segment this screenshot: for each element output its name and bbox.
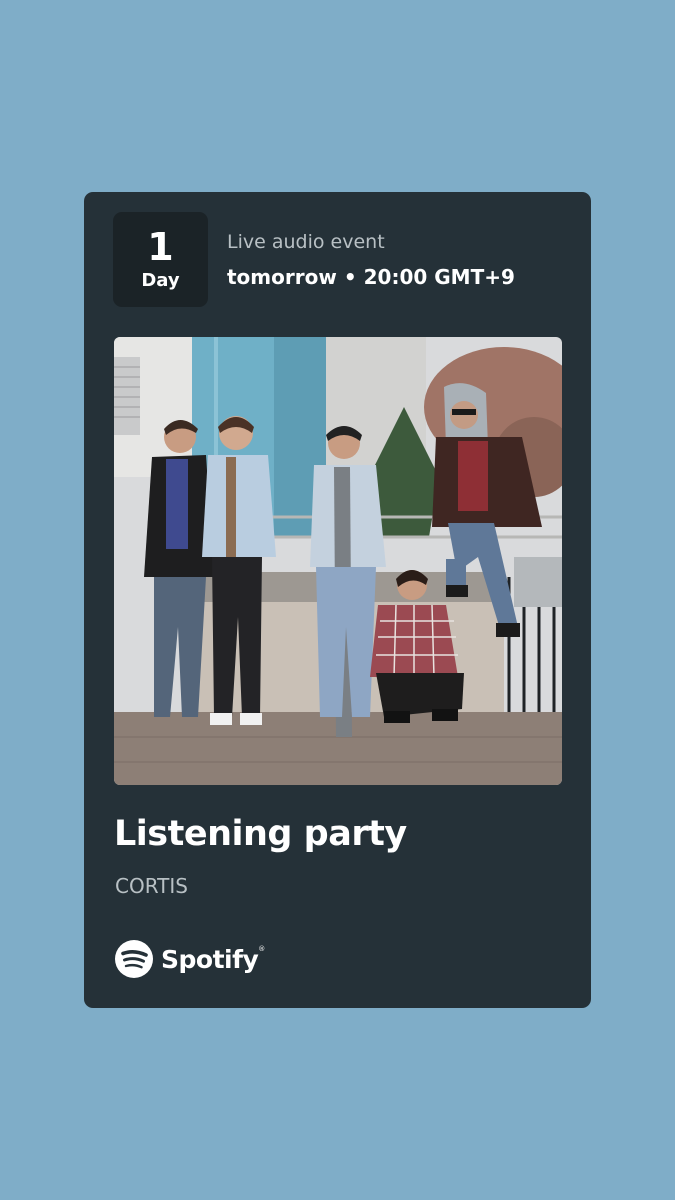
cover-photo (114, 337, 562, 785)
event-type-label: Live audio event (227, 231, 385, 253)
trademark-symbol: ® (258, 944, 265, 953)
event-day: tomorrow (227, 265, 337, 289)
countdown-badge: 1 Day (113, 212, 208, 307)
event-schedule: tomorrow • 20:00 GMT+9 (227, 265, 515, 289)
event-card: 1 Day Live audio event tomorrow • 20:00 GM… (84, 192, 591, 1008)
event-time: 20:00 GMT+9 (363, 265, 515, 289)
spotify-logo-icon (115, 940, 153, 978)
event-title: Listening party (114, 814, 407, 854)
spotify-brand: Spotify® (115, 940, 265, 978)
countdown-unit: Day (141, 269, 180, 291)
artist-name: CORTIS (115, 874, 188, 898)
spotify-wordmark: Spotify® (161, 945, 265, 974)
event-separator: • (343, 265, 357, 289)
group-photo-image (114, 337, 562, 785)
brand-name: Spotify (161, 944, 259, 974)
countdown-number: 1 (147, 224, 174, 269)
